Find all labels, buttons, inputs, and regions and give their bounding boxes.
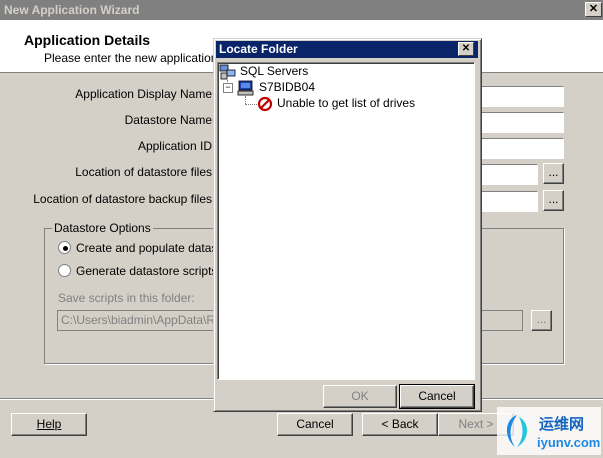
- wizard-close-button[interactable]: ✕: [585, 2, 602, 17]
- tree-connector: [245, 96, 247, 104]
- application-id-field[interactable]: [478, 138, 564, 159]
- backup-location-label: Location of datastore backup files: [33, 192, 212, 206]
- datastore-location-field[interactable]: [478, 164, 538, 185]
- help-button[interactable]: Help: [11, 413, 87, 436]
- page-title: Application Details: [24, 32, 151, 48]
- cancel-button[interactable]: Cancel: [277, 413, 353, 436]
- generate-scripts-label[interactable]: Generate datastore scripts ar: [76, 264, 231, 278]
- watermark-swirl-icon: [506, 415, 528, 447]
- datastore-name-field[interactable]: [478, 112, 564, 133]
- create-populate-radio[interactable]: [58, 241, 71, 254]
- datastore-name-label: Datastore Name: [124, 113, 212, 127]
- back-button[interactable]: < Back: [362, 413, 438, 436]
- dialog-cancel-button[interactable]: Cancel: [399, 384, 475, 409]
- page-subtitle: Please enter the new applications c: [44, 51, 233, 65]
- save-scripts-label: Save scripts in this folder:: [58, 291, 195, 305]
- group-title: Datastore Options: [52, 221, 153, 235]
- collapse-toggle-icon[interactable]: −: [223, 83, 233, 93]
- browse-backup-button[interactable]: ...: [543, 190, 564, 211]
- tree-item-sql-servers[interactable]: SQL Servers: [240, 64, 308, 78]
- tree-item-error: Unable to get list of drives: [277, 96, 416, 110]
- datastore-location-label: Location of datastore files: [75, 165, 212, 179]
- scripts-folder-field-end: [478, 310, 523, 331]
- server-computer-icon: [237, 80, 254, 96]
- radio-selected-dot: [63, 246, 68, 251]
- wizard-title: New Application Wizard: [4, 3, 140, 17]
- create-populate-label[interactable]: Create and populate datastor: [76, 241, 231, 255]
- no-entry-icon: [257, 96, 273, 112]
- application-id-label: Application ID: [137, 139, 212, 153]
- tree-item-server[interactable]: S7BIDB04: [259, 80, 315, 94]
- sql-servers-icon: [219, 64, 236, 80]
- browse-scripts-button[interactable]: ...: [531, 310, 552, 331]
- ok-button[interactable]: OK: [323, 385, 397, 408]
- help-button-label: Help: [36, 417, 62, 431]
- watermark-logo: 运维网 iyunv.com: [497, 407, 601, 455]
- generate-scripts-radio[interactable]: [58, 264, 71, 277]
- backup-location-field[interactable]: [478, 191, 538, 212]
- watermark-brand: 运维网: [539, 416, 585, 433]
- dialog-title: Locate Folder: [219, 42, 298, 56]
- browse-location-button[interactable]: ...: [543, 163, 564, 184]
- display-name-label: Application Display Name: [75, 87, 212, 101]
- tree-connector: [245, 104, 257, 106]
- watermark-site: iyunv.com: [537, 435, 601, 450]
- dialog-close-button[interactable]: ✕: [458, 42, 474, 56]
- display-name-field[interactable]: [478, 86, 564, 107]
